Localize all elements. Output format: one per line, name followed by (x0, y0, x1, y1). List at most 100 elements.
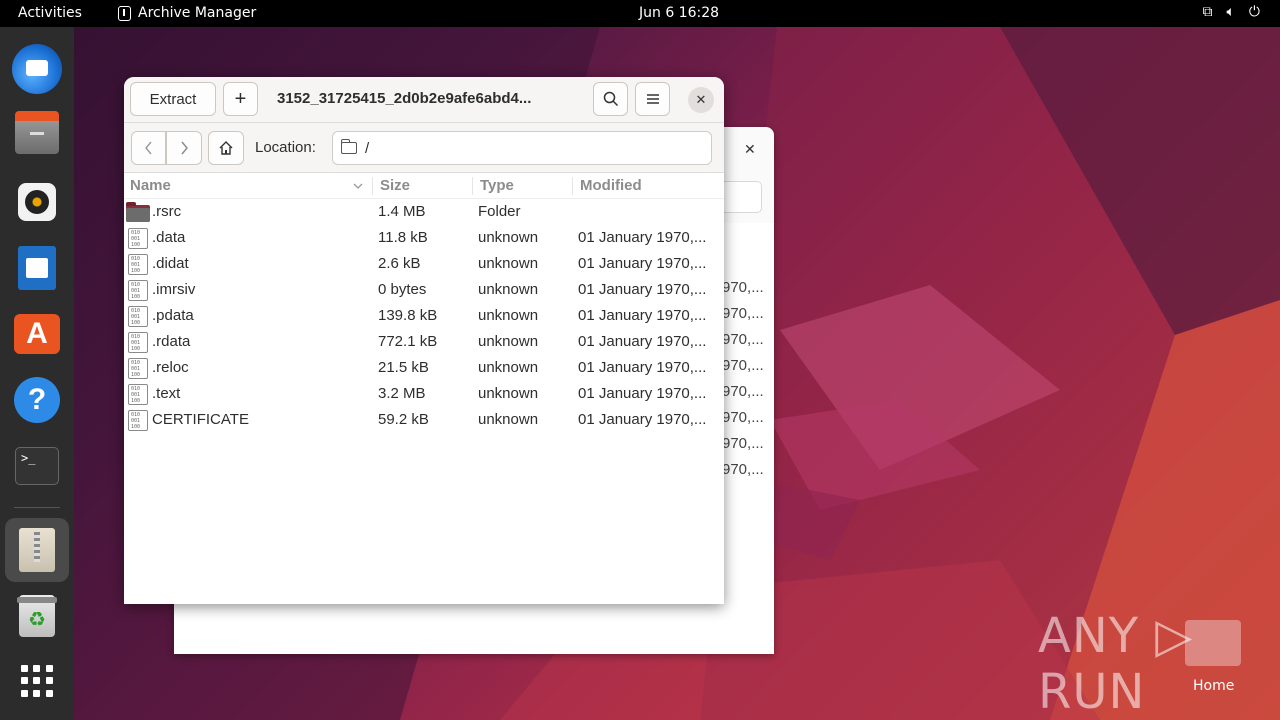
file-name: .didat (152, 255, 189, 272)
thunderbird-icon (12, 44, 62, 94)
add-button[interactable]: + (223, 82, 258, 116)
back-button[interactable] (131, 131, 166, 165)
folder-icon (340, 139, 357, 154)
system-tray[interactable]: ⧉ 🔈︎ ⏻ (1203, 4, 1260, 20)
search-button[interactable] (593, 82, 628, 116)
background-modified-cell: 970,... (722, 461, 764, 478)
file-type: unknown (478, 307, 539, 324)
file-type: unknown (478, 255, 539, 272)
activities-button[interactable]: Activities (18, 5, 82, 21)
top-bar: Activities Archive Manager Jun 6 16:28 ⧉… (0, 0, 1280, 27)
background-modified-cell: 970,... (722, 305, 764, 322)
file-modified: 01 January 1970,... (578, 333, 707, 350)
column-type[interactable]: Type (480, 177, 514, 194)
dock-help[interactable]: ? (11, 374, 63, 426)
file-row[interactable]: 010 001 100 .reloc 21.5 kB unknown 01 Januar… (124, 355, 724, 381)
background-modified-cell: 970,... (722, 331, 764, 348)
background-modified-cell: 970,... (722, 409, 764, 426)
home-button[interactable] (208, 131, 244, 165)
dock-thunderbird[interactable] (11, 43, 63, 95)
location-label: Location: (255, 139, 316, 156)
dock-rhythmbox[interactable] (11, 176, 63, 228)
file-row[interactable]: 010 001 100 .imrsiv 0 bytes unknown 01 Janua… (124, 277, 724, 303)
home-icon (219, 141, 233, 155)
file-modified: 01 January 1970,... (578, 229, 707, 246)
binary-file-icon: 010 001 100 (128, 254, 148, 275)
sort-chevron-down-icon[interactable] (353, 183, 363, 190)
binary-file-icon: 010 001 100 (128, 280, 148, 301)
search-icon (603, 91, 618, 107)
background-modified-cell: 970,... (722, 279, 764, 296)
background-modified-cell: 970,... (722, 383, 764, 400)
dock-trash[interactable]: ♻ (11, 590, 63, 642)
file-modified: 01 January 1970,... (578, 411, 707, 428)
background-modified-cell: 970,... (722, 435, 764, 452)
clock[interactable]: Jun 6 16:28 (639, 5, 719, 21)
file-size: 3.2 MB (378, 385, 426, 402)
forward-button[interactable] (166, 131, 202, 165)
file-name: .reloc (152, 359, 189, 376)
file-name: .rdata (152, 333, 191, 350)
dock-writer[interactable] (11, 242, 63, 294)
file-name: CERTIFICATE (152, 411, 249, 428)
archive-manager-icon (118, 5, 131, 21)
column-modified[interactable]: Modified (580, 177, 642, 194)
file-type: unknown (478, 385, 539, 402)
file-row[interactable]: 010 001 100 .didat 2.6 kB unknown 01 January… (124, 251, 724, 277)
file-list: .rsrc 1.4 MB Folder 010 001 100 .data 11.8 kB… (124, 199, 724, 433)
rhythmbox-icon (18, 183, 56, 221)
close-icon[interactable]: ✕ (744, 141, 756, 158)
file-row[interactable]: 010 001 100 .text 3.2 MB unknown 01 January … (124, 381, 724, 407)
file-name: .rsrc (152, 203, 182, 220)
dock-separator (14, 507, 60, 508)
dock-archive-manager[interactable] (5, 518, 69, 582)
folder-icon (126, 202, 150, 222)
help-icon: ? (14, 377, 60, 423)
close-button[interactable]: ✕ (688, 87, 714, 113)
menu-button[interactable] (635, 82, 670, 116)
file-modified: 01 January 1970,... (578, 359, 707, 376)
file-modified: 01 January 1970,... (578, 385, 707, 402)
binary-file-icon: 010 001 100 (128, 332, 148, 353)
file-size: 59.2 kB (378, 411, 429, 428)
close-icon: ✕ (695, 92, 707, 107)
column-divider (572, 177, 573, 195)
file-type: unknown (478, 359, 539, 376)
dock-files[interactable] (11, 109, 63, 161)
file-row[interactable]: 010 001 100 CERTIFICATE 59.2 kB unknown 01 J… (124, 407, 724, 433)
file-size: 772.1 kB (378, 333, 438, 350)
dock-show-apps[interactable] (11, 655, 63, 707)
file-modified: 01 January 1970,... (578, 255, 707, 272)
dock-terminal[interactable]: >_ (11, 440, 63, 492)
location-value: / (365, 139, 370, 157)
file-row[interactable]: .rsrc 1.4 MB Folder (124, 199, 724, 225)
file-modified: 01 January 1970,... (578, 307, 707, 324)
location-field[interactable]: / (332, 131, 712, 165)
dock-app-center[interactable]: A (11, 308, 63, 360)
binary-file-icon: 010 001 100 (128, 228, 148, 249)
file-type: unknown (478, 229, 539, 246)
binary-file-icon: 010 001 100 (128, 410, 148, 431)
file-row[interactable]: 010 001 100 .pdata 139.8 kB unknown 01 Janua… (124, 303, 724, 329)
chevron-right-icon (181, 141, 188, 155)
app-menu[interactable]: Archive Manager (118, 5, 256, 21)
file-row[interactable]: 010 001 100 .data 11.8 kB unknown 01 January… (124, 225, 724, 251)
archive-manager-window: Extract + 3152_31725415_2d0b2e9afe6abd4.… (124, 77, 724, 604)
anyrun-watermark: ANY ▷ RUN (1038, 608, 1194, 720)
file-size: 1.4 MB (378, 203, 426, 220)
file-type: unknown (478, 411, 539, 428)
files-icon (15, 111, 59, 154)
file-size: 139.8 kB (378, 307, 438, 324)
dock: A ? >_ ♻ (0, 27, 74, 720)
file-name: .data (152, 229, 186, 246)
file-size: 0 bytes (378, 281, 427, 298)
column-size[interactable]: Size (380, 177, 410, 194)
file-type: unknown (478, 281, 539, 298)
extract-button[interactable]: Extract (130, 82, 216, 116)
column-name[interactable]: Name (130, 177, 171, 194)
file-name: .imrsiv (152, 281, 196, 298)
file-name: .text (152, 385, 181, 402)
app-center-icon: A (14, 314, 60, 354)
column-divider (372, 177, 373, 195)
file-row[interactable]: 010 001 100 .rdata 772.1 kB unknown 01 Janua… (124, 329, 724, 355)
